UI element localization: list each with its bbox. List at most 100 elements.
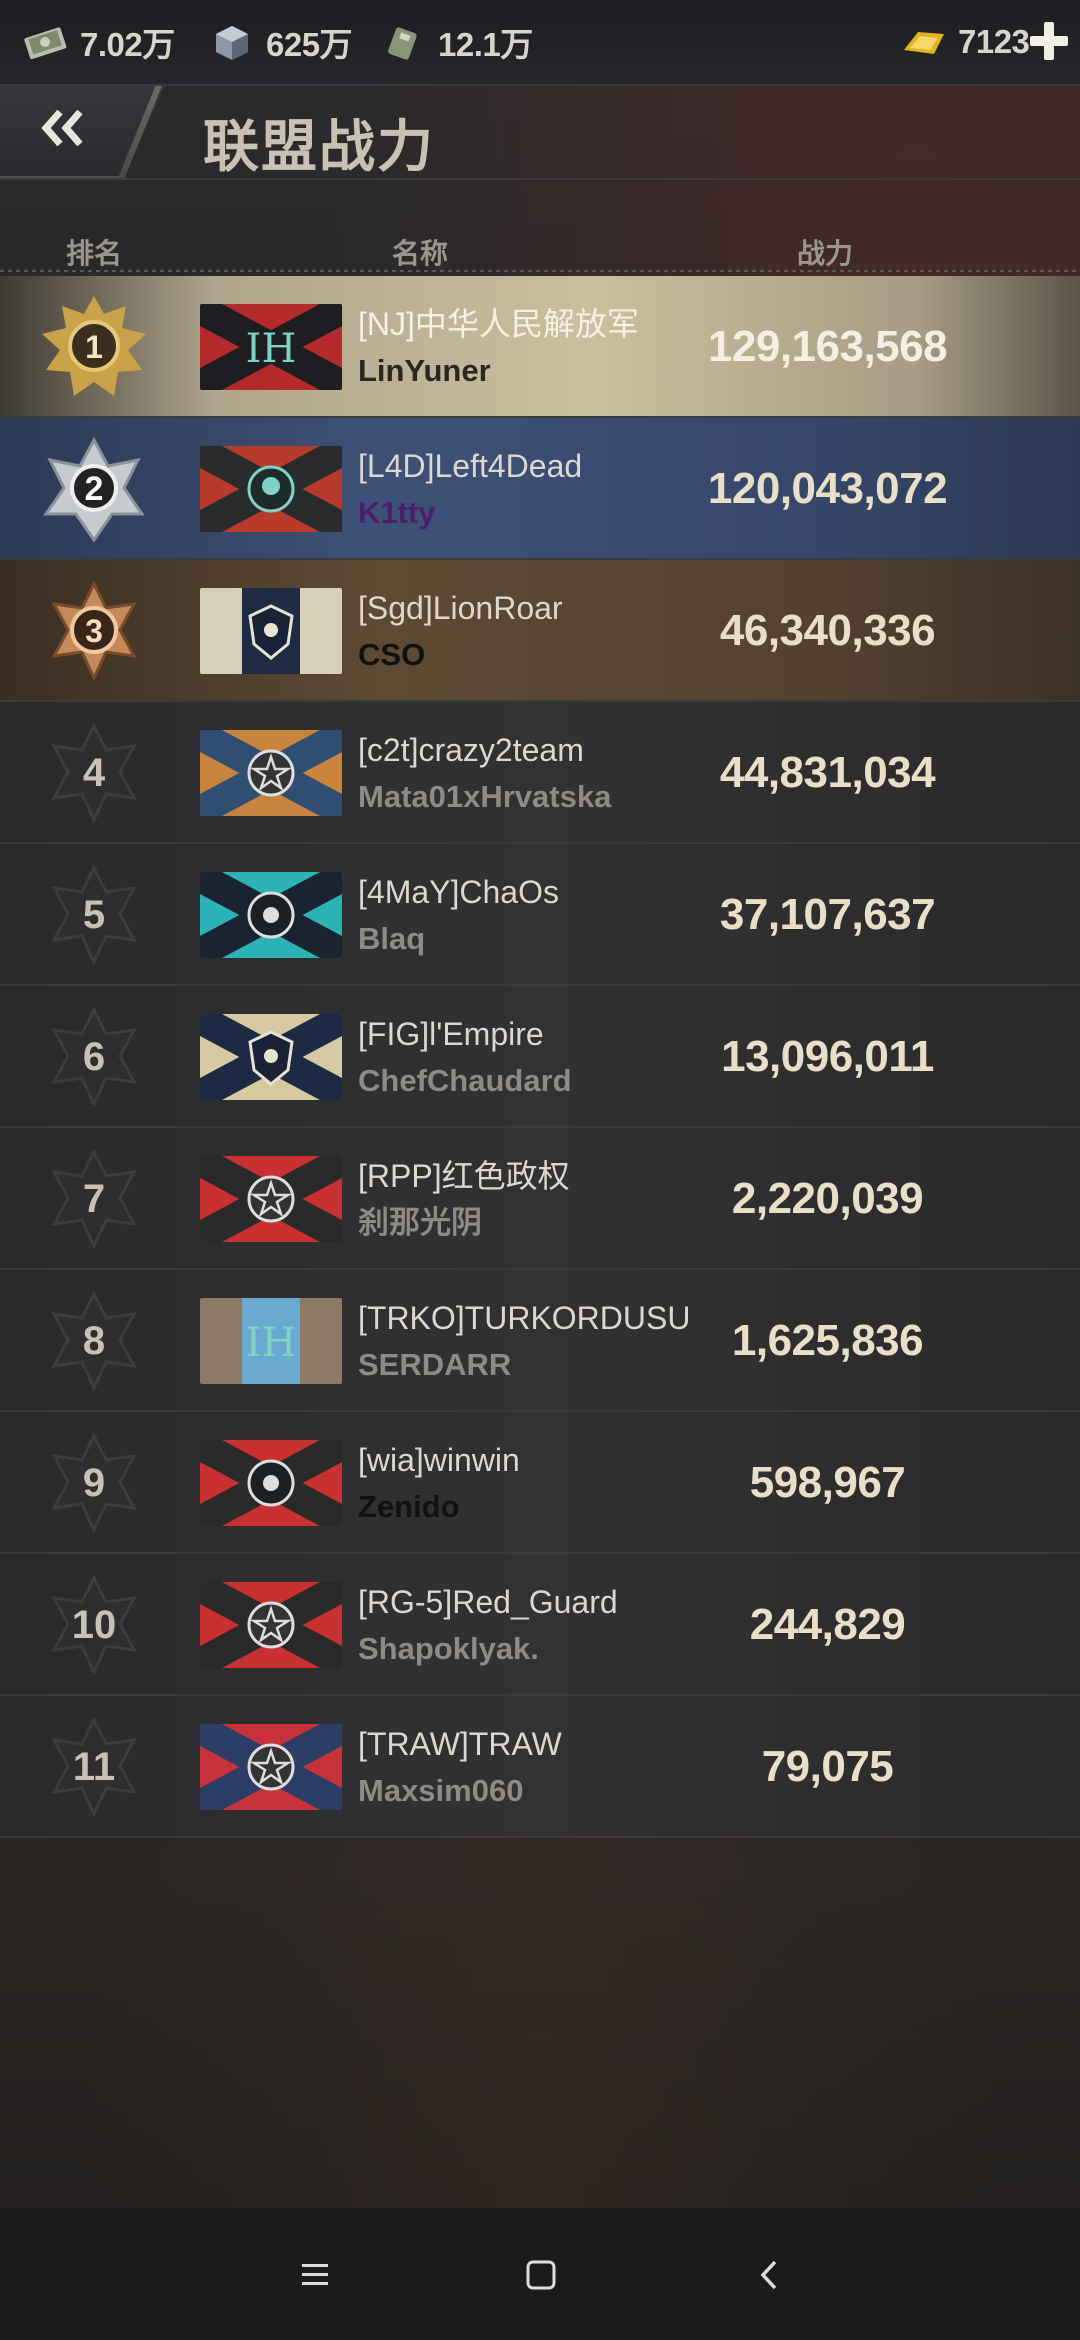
clan-names: [RPP]红色政权 刹那光阴 [358, 1156, 570, 1244]
column-name: 名称 [392, 238, 449, 269]
clan-names: [Sgd]LionRoar CSO [358, 588, 563, 676]
clan-flag-icon: ІН [200, 304, 342, 390]
rank-number: 5 [82, 892, 106, 937]
clan-name: [RG-5]Red_Guard [358, 1584, 618, 1620]
clan-leader: Maxsim060 [358, 1773, 524, 1808]
clan-names: [FIG]l'Empire ChefChaudard [358, 1014, 572, 1102]
rank-badge-icon: 1 [38, 294, 150, 400]
svg-text:ІН: ІН [246, 326, 297, 372]
rank-badge-icon: 10 [38, 1572, 150, 1678]
ranking-row[interactable]: 5 [4MaY]ChaOs Blaq 37,107,637 [0, 844, 1080, 986]
rank-number: 11 [72, 1744, 116, 1789]
rank-badge-icon: 8 [38, 1288, 150, 1394]
resource-steel[interactable]: 625万 [208, 0, 353, 85]
clan-flag-icon [200, 1014, 342, 1100]
resource-fuel[interactable]: 12.1万 [380, 0, 533, 85]
rank-badge-icon: 9 [38, 1430, 150, 1536]
ranking-row[interactable]: 10 [RG-5]Red_Guard Shapoklyak. 244,829 [0, 1554, 1080, 1696]
clan-power: 2,220,039 [731, 1174, 924, 1223]
rank-number: 3 [85, 612, 103, 649]
resource-gold[interactable]: 7123 [900, 0, 1030, 85]
clan-names: [wia]winwin Zenido [358, 1440, 520, 1528]
clan-names: [TRAW]TRAW Maxsim060 [358, 1724, 562, 1812]
rank-number: 8 [82, 1318, 106, 1363]
gold-bars-icon [900, 22, 948, 62]
clan-name: [FIG]l'Empire [358, 1016, 544, 1052]
clan-power: 37,107,637 [719, 890, 936, 939]
rank-number: 7 [82, 1176, 106, 1221]
clan-flag-icon [200, 1156, 342, 1242]
rank-badge-icon: 3 [38, 578, 150, 684]
gold-value: 7123 [958, 23, 1030, 60]
steel-block-icon [208, 22, 256, 62]
resource-bar: 7.02万 625万 12.1万 7123 [0, 0, 1080, 86]
rank-number: 4 [82, 750, 106, 795]
clan-leader: CSO [358, 637, 426, 672]
clan-power: 13,096,011 [721, 1032, 934, 1081]
clan-name: [4MaY]ChaOs [358, 874, 559, 910]
clan-names: [TRKO]TURKORDUSU SERDARR [358, 1298, 690, 1386]
clan-names: [c2t]crazy2team Mata01xHrvatska [358, 730, 611, 818]
fuel-value: 12.1万 [438, 26, 533, 63]
header-dashed-divider [0, 270, 1080, 272]
column-power: 战力 [797, 238, 854, 269]
clan-power: 44,831,034 [719, 748, 936, 797]
clan-name: [TRKO]TURKORDUSU [358, 1300, 691, 1336]
ranking-row[interactable]: 9 [wia]winwin Zenido 598,967 [0, 1412, 1080, 1554]
clan-flag-icon [200, 446, 342, 532]
rank-number: 1 [85, 328, 103, 365]
clan-leader: LinYuner [358, 353, 491, 388]
clan-power: 79,075 [761, 1742, 894, 1791]
svg-text:ІН: ІН [246, 1320, 297, 1366]
ranking-row[interactable]: 4 [c2t]crazy2team Mata01xHrvatska 44,831… [0, 702, 1080, 844]
clan-flag-icon [200, 588, 342, 674]
rank-badge-icon: 6 [38, 1004, 150, 1110]
clan-flag-icon: ІН [200, 1298, 342, 1384]
clan-name: [RPP]红色政权 [358, 1158, 570, 1194]
clan-names: [RG-5]Red_Guard Shapoklyak. [358, 1582, 618, 1670]
ranking-row[interactable]: 8 ІН [TRKO]TURKORDUSU SERDARR 1,625,836 [0, 1270, 1080, 1412]
clan-power: 1,625,836 [731, 1316, 924, 1365]
ranking-row[interactable]: 1 ІН [NJ]中华人民解放军 LinYuner 129,163,568 [0, 276, 1080, 418]
clan-flag-icon [200, 730, 342, 816]
clan-leader: Shapoklyak. [358, 1631, 539, 1666]
menu-icon[interactable] [288, 2248, 342, 2302]
ranking-row[interactable]: 3 [Sgd]LionRoar CSO 46,340,336 [0, 560, 1080, 702]
clan-name: [wia]winwin [358, 1442, 520, 1478]
double-chevron-left-icon [38, 106, 88, 155]
clan-power: 129,163,568 [707, 322, 948, 371]
resource-cash[interactable]: 7.02万 [22, 0, 175, 85]
page-title: 联盟战力 [203, 115, 435, 178]
steel-value: 625万 [266, 26, 353, 63]
clan-leader: SERDARR [358, 1347, 512, 1382]
clan-leader: ChefChaudard [358, 1063, 572, 1098]
home-square-icon[interactable] [514, 2248, 568, 2302]
ranking-row[interactable]: 2 [L4D]Left4Dead K1tty 120,043,072 [0, 418, 1080, 560]
clan-power: 598,967 [749, 1458, 906, 1507]
clan-flag-icon [200, 1582, 342, 1668]
clan-names: [4MaY]ChaOs Blaq [358, 872, 559, 960]
back-arrow-icon[interactable] [742, 2248, 796, 2302]
clan-flag-icon [200, 1724, 342, 1810]
ranking-row[interactable]: 7 [RPP]红色政权 刹那光阴 2,220,039 [0, 1128, 1080, 1270]
column-rank: 排名 [66, 238, 123, 269]
ranking-list: 1 ІН [NJ]中华人民解放军 LinYuner 129,163,568 2 … [0, 276, 1080, 1838]
clan-names: [L4D]Left4Dead K1tty [358, 446, 582, 534]
clan-name: [L4D]Left4Dead [358, 448, 583, 484]
clan-leader: 刹那光阴 [358, 1205, 482, 1240]
rank-badge-icon: 11 [38, 1714, 150, 1820]
column-headers: 排名 名称 战力 [0, 232, 1080, 272]
clan-leader: Zenido [358, 1489, 460, 1524]
rank-number: 2 [84, 469, 104, 508]
rank-number: 10 [71, 1602, 117, 1647]
clan-name: [TRAW]TRAW [358, 1726, 562, 1762]
clan-power: 244,829 [749, 1600, 906, 1649]
system-navbar [0, 2208, 1080, 2340]
page-header: 联盟战力 [0, 86, 1080, 186]
clan-power: 46,340,336 [719, 606, 936, 655]
add-gold-button[interactable] [1026, 18, 1072, 64]
clan-power: 120,043,072 [707, 464, 948, 513]
clan-leader: Mata01xHrvatska [358, 779, 612, 814]
ranking-row[interactable]: 6 [FIG]l'Empire ChefChaudard 13,096,011 [0, 986, 1080, 1128]
ranking-row[interactable]: 11 [TRAW]TRAW Maxsim060 79,075 [0, 1696, 1080, 1838]
